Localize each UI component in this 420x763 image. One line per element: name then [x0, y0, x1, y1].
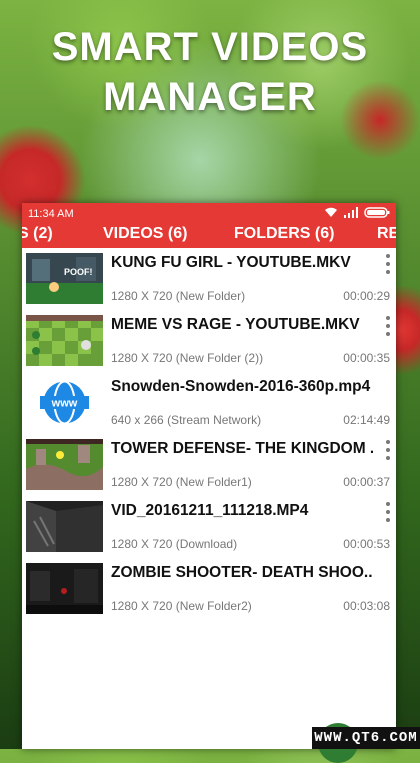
video-row[interactable]: MEME VS RAGE - YOUTUBE.MKV 1280 X 720 (N… — [22, 310, 396, 372]
video-thumbnail: www — [26, 377, 103, 428]
promo-headline: SMART VIDEOS MANAGER — [0, 22, 420, 122]
video-thumbnail: POOF! — [26, 253, 103, 304]
video-meta: 1280 X 720 (New Folder) — [111, 289, 245, 303]
video-title: ZOMBIE SHOOTER- DEATH SHOO... — [111, 564, 373, 581]
status-icons — [324, 207, 390, 221]
video-folder: (New Folder (2)) — [175, 351, 264, 365]
video-resolution: 1280 X 720 — [111, 351, 173, 365]
battery-icon — [364, 207, 390, 221]
video-row[interactable]: www Snowden-Snowden-2016-360p.mp4 640 x … — [22, 372, 396, 434]
phone-screen: 11:34 AM S (2) VIDEOS (6) FOLDERS (6) RE… — [22, 203, 396, 749]
video-row[interactable]: POOF! KUNG FU GIRL - YOUTUBE.MKV 1280 X … — [22, 248, 396, 310]
status-bar: 11:34 AM — [22, 203, 396, 222]
video-folder: (New Folder2) — [175, 599, 252, 613]
more-options-icon[interactable] — [384, 254, 392, 274]
video-thumbnail — [26, 563, 103, 614]
status-time: 11:34 AM — [28, 208, 74, 220]
tab-bar: S (2) VIDEOS (6) FOLDERS (6) RE — [22, 222, 396, 251]
video-title: MEME VS RAGE - YOUTUBE.MKV — [111, 316, 360, 333]
video-row[interactable]: TOWER DEFENSE- THE KINGDOM ... 1280 X 72… — [22, 434, 396, 496]
video-thumbnail — [26, 315, 103, 366]
video-meta: 1280 X 720 (Download) — [111, 537, 237, 551]
video-folder: (Stream Network) — [167, 413, 262, 427]
tab-next[interactable]: RE — [377, 225, 396, 243]
video-meta: 640 x 266 (Stream Network) — [111, 413, 261, 427]
tab-videos-label: VIDEOS (6) — [103, 225, 188, 242]
more-options-icon[interactable] — [384, 440, 392, 460]
svg-text:POOF!: POOF! — [64, 267, 93, 277]
video-duration: 00:00:29 — [343, 289, 390, 303]
app-bar: 11:34 AM S (2) VIDEOS (6) FOLDERS (6) RE — [22, 203, 396, 251]
video-folder: (Download) — [175, 537, 238, 551]
tab-videos[interactable]: VIDEOS (6) — [81, 225, 212, 251]
video-meta: 1280 X 720 (New Folder1) — [111, 475, 252, 489]
video-meta: 1280 X 720 (New Folder (2)) — [111, 351, 263, 365]
svg-text:www: www — [51, 398, 78, 410]
video-meta: 1280 X 720 (New Folder2) — [111, 599, 252, 613]
video-resolution: 1280 X 720 — [111, 289, 173, 303]
video-resolution: 1280 X 720 — [111, 537, 173, 551]
tab-previous[interactable]: S (2) — [22, 225, 53, 243]
video-resolution: 1280 X 720 — [111, 475, 173, 489]
wifi-icon — [324, 207, 338, 221]
video-row[interactable]: VID_20161211_111218.MP4 1280 X 720 (Down… — [22, 496, 396, 558]
video-thumbnail — [26, 439, 103, 490]
video-duration: 00:00:53 — [343, 537, 390, 551]
video-duration: 00:00:35 — [343, 351, 390, 365]
video-duration: 00:03:08 — [343, 599, 390, 613]
video-title: Snowden-Snowden-2016-360p.mp4 — [111, 378, 371, 395]
headline-line-1: SMART VIDEOS — [51, 25, 369, 69]
video-resolution: 1280 X 720 — [111, 599, 173, 613]
video-folder: (New Folder) — [175, 289, 246, 303]
headline-line-2: MANAGER — [103, 75, 317, 119]
more-options-icon[interactable] — [384, 502, 392, 522]
video-duration: 02:14:49 — [343, 413, 390, 427]
video-duration: 00:00:37 — [343, 475, 390, 489]
video-folder: (New Folder1) — [175, 475, 252, 489]
tab-folders[interactable]: FOLDERS (6) — [234, 225, 334, 243]
video-title: KUNG FU GIRL - YOUTUBE.MKV — [111, 254, 351, 271]
video-title: TOWER DEFENSE- THE KINGDOM ... — [111, 440, 373, 457]
video-list: POOF! KUNG FU GIRL - YOUTUBE.MKV 1280 X … — [22, 248, 396, 620]
video-row[interactable]: ZOMBIE SHOOTER- DEATH SHOO... 1280 X 720… — [22, 558, 396, 620]
video-resolution: 640 x 266 — [111, 413, 164, 427]
signal-icon — [344, 207, 358, 221]
site-watermark: WWW.QT6.COM — [312, 727, 420, 749]
video-thumbnail — [26, 501, 103, 552]
more-options-icon[interactable] — [384, 316, 392, 336]
video-title: VID_20161211_111218.MP4 — [111, 502, 309, 519]
